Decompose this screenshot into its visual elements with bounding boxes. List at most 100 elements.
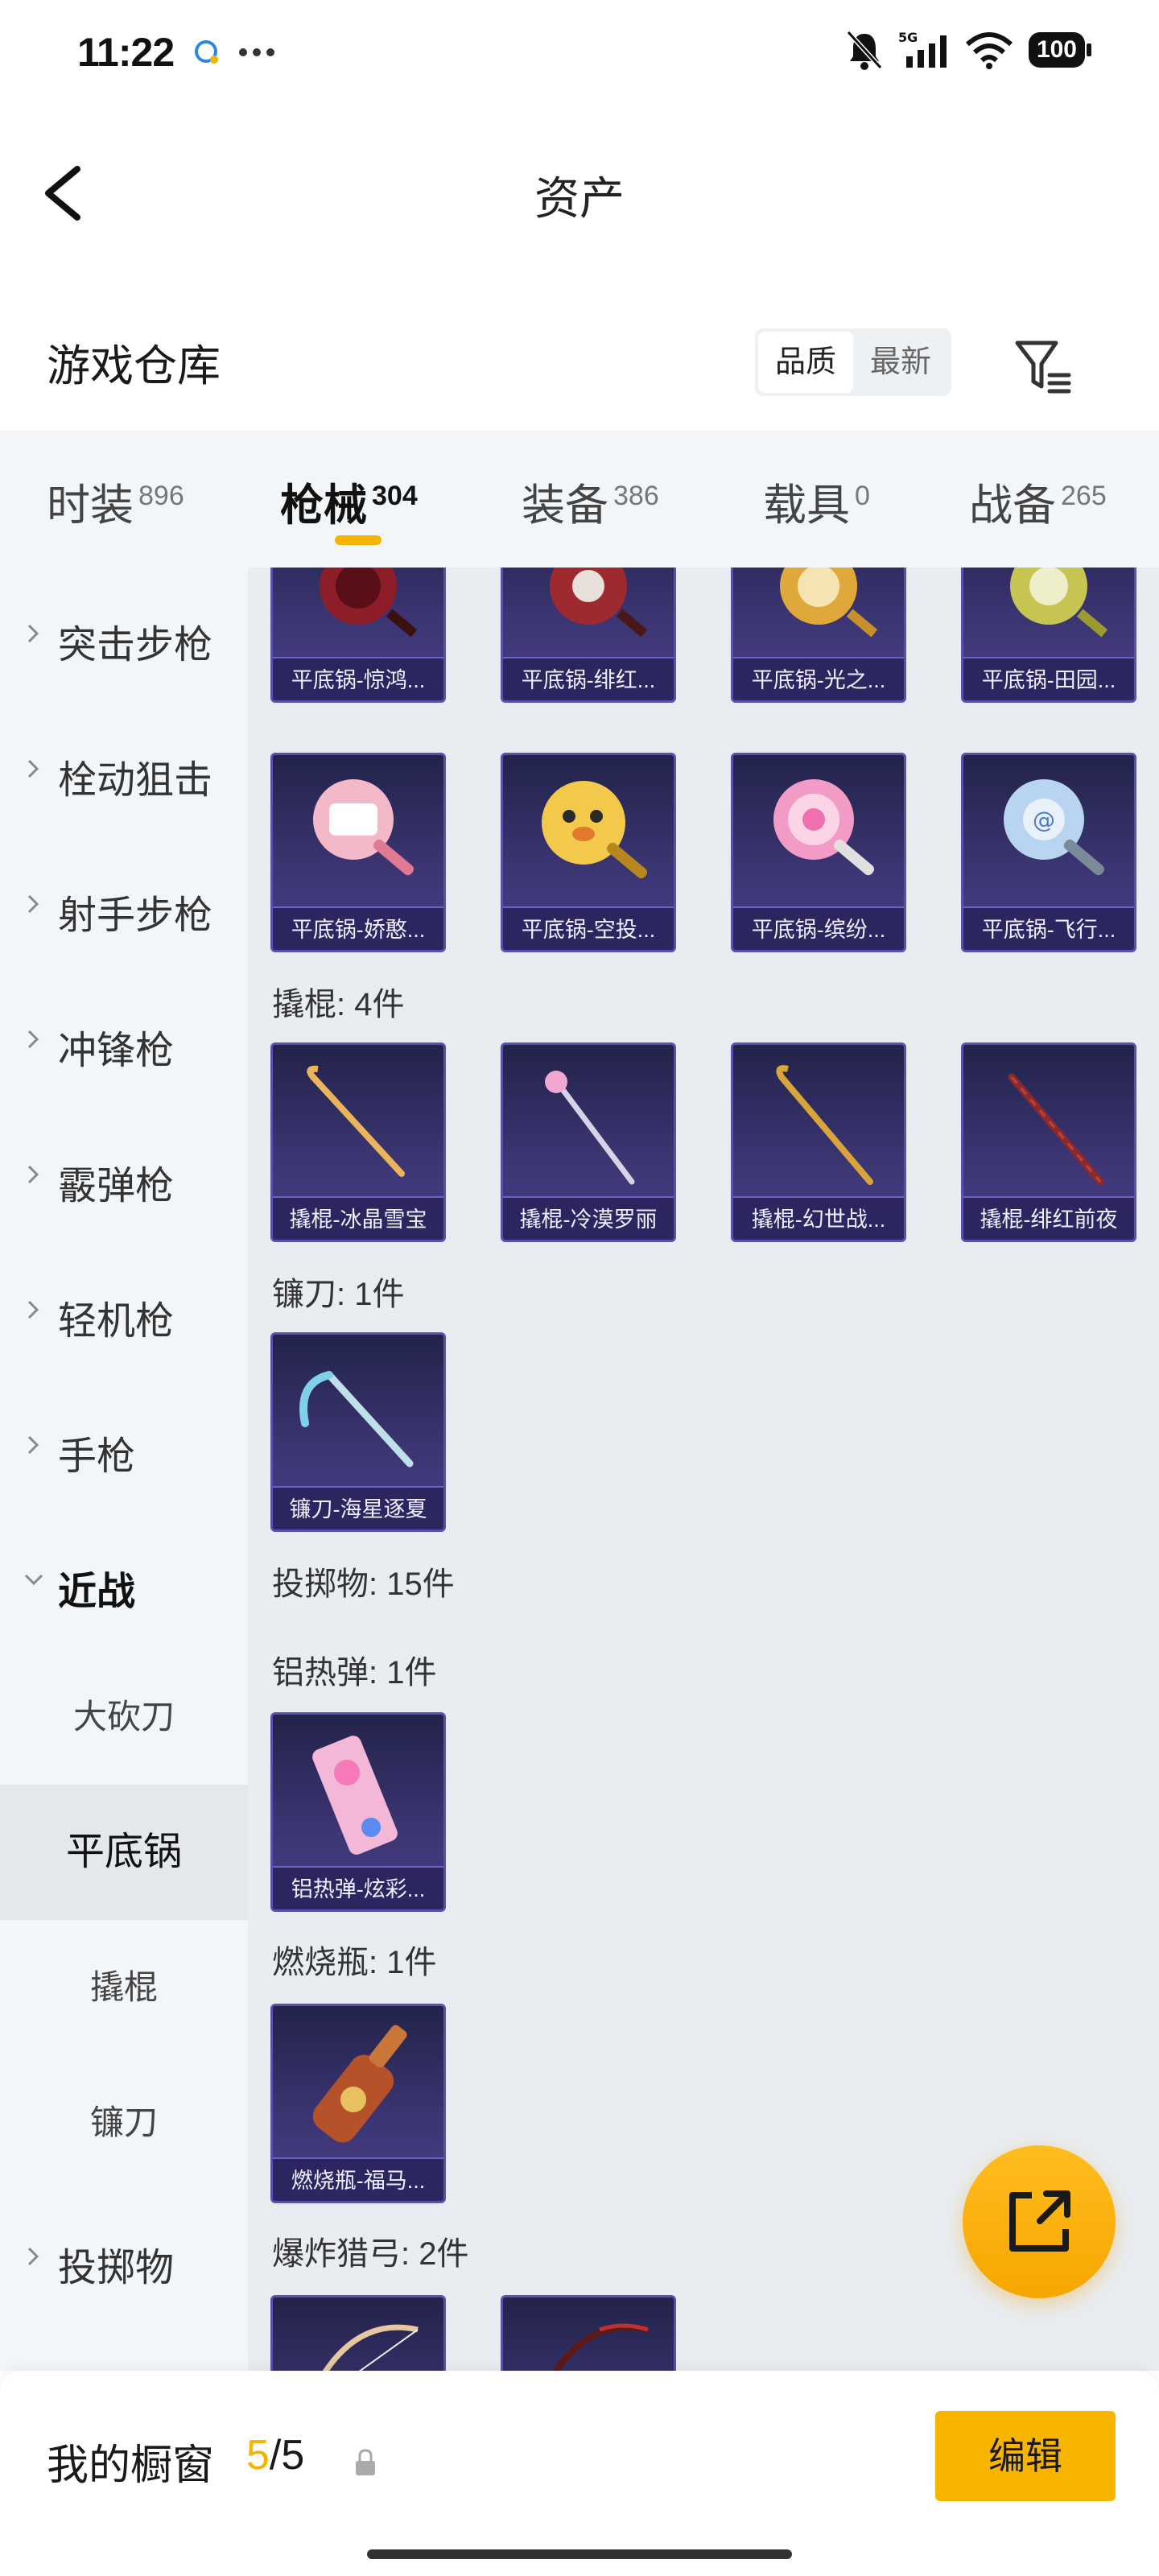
item-card[interactable]: 撬棍-幻世战... (731, 1042, 906, 1242)
pan-art (773, 779, 875, 876)
section-title-sickle: 镰刀: 1件 (272, 1277, 405, 1312)
sidebar-item-melee[interactable]: 近战 (0, 1514, 248, 1649)
more-dots-icon (239, 48, 274, 56)
item-grid: 平底锅-惊鸿... 平底锅-绯红... 平底锅-光之... 平底锅-田园... … (248, 568, 1159, 2371)
item-card[interactable]: 铝热弹-炫彩... (270, 1712, 446, 1912)
svg-text:@: @ (1033, 807, 1055, 833)
sidebar-item-label: 手枪 (58, 1435, 136, 1478)
tab-fashion[interactable]: 时装 896 (47, 431, 208, 568)
item-card-label: 平底锅-惊鸿... (273, 657, 443, 700)
tab-count: 896 (138, 481, 184, 511)
crowbar-art (776, 1065, 873, 1185)
item-card-label: 撬棍-冰晶雪宝 (273, 1196, 443, 1240)
status-left-icons (193, 39, 275, 66)
sidebar-subitem-pan[interactable]: 平底锅 (0, 1785, 248, 1920)
pan-art (1010, 568, 1108, 638)
showcase-bar: 我的橱窗 5/5 编辑 (0, 2371, 1159, 2576)
section-title-bow: 爆炸猎弓: 2件 (272, 2236, 469, 2272)
item-card[interactable]: 平底锅-光之... (731, 568, 906, 703)
status-time: 11:22 (77, 30, 175, 75)
item-card[interactable]: 平底锅-田园... (961, 568, 1136, 703)
home-indicator[interactable] (367, 2549, 792, 2559)
sidebar-item-smg[interactable]: 冲锋枪 (0, 973, 248, 1108)
item-card-label: 平底锅-绯红... (503, 657, 674, 700)
sidebar: 突击步枪 栓动狙击 射手步枪 冲锋枪 霰弹枪 轻机枪 手枪 近战 大砍刀 平底锅… (0, 568, 248, 2371)
sidebar-item-label: 射手步枪 (58, 894, 213, 937)
section-title-throwables: 投掷物: 15件 (272, 1567, 455, 1602)
tab-count: 0 (855, 481, 870, 511)
crowbar-art (307, 1065, 405, 1177)
sidebar-item-throwables[interactable]: 投掷物 (0, 2190, 248, 2326)
chevron-right-icon (27, 1030, 39, 1049)
crowbar-art (1008, 1073, 1104, 1186)
sidebar-subitem-crowbar[interactable]: 撬棍 (0, 1920, 248, 2055)
item-card[interactable]: @ 平底锅-飞行... (961, 753, 1136, 952)
item-card-label: 平底锅-田园... (963, 657, 1134, 700)
sidebar-item-bolt-sniper[interactable]: 栓动狙击 (0, 703, 248, 838)
item-card-label: 撬棍-幻世战... (733, 1196, 904, 1240)
tab-equipment[interactable]: 装备 386 (522, 431, 683, 568)
item-card[interactable]: 平底锅-惊鸿... (270, 568, 446, 703)
status-right-icons: 5G 100 (845, 29, 1092, 71)
tab-battle-gear[interactable]: 战备 265 (969, 431, 1146, 568)
chevron-down-icon (24, 1574, 43, 1586)
sidebar-item-lmg[interactable]: 轻机枪 (0, 1244, 248, 1379)
category-tabs: 时装 896 枪械 304 装备 386 载具 0 战备 265 (0, 431, 1159, 568)
sidebar-subitem-sickle[interactable]: 镰刀 (0, 2055, 248, 2190)
active-tab-indicator (335, 535, 382, 545)
chevron-right-icon (27, 624, 39, 643)
item-card[interactable]: 平底锅-绯红... (501, 568, 676, 703)
tab-count: 304 (372, 481, 418, 511)
item-card-label: 燃烧瓶-福马... (273, 2157, 443, 2201)
sidebar-subitem-machete[interactable]: 大砍刀 (0, 1649, 248, 1785)
section-title-crowbar: 撬棍: 4件 (272, 987, 405, 1022)
item-card[interactable]: 撬棍-冰晶雪宝 (270, 1042, 446, 1242)
tab-vehicles[interactable]: 载具 0 (763, 431, 908, 568)
share-button[interactable] (963, 2145, 1116, 2298)
tab-label: 载具 (763, 481, 850, 530)
edit-button[interactable]: 编辑 (935, 2411, 1116, 2501)
pan-art (542, 781, 648, 879)
item-card[interactable]: 平底锅-空投... (501, 753, 676, 952)
mute-bell-icon (846, 30, 883, 70)
pan-art (550, 568, 648, 638)
sidebar-item-assault-rifle[interactable]: 突击步枪 (0, 568, 248, 703)
item-card[interactable]: 平底锅-娇憨... (270, 753, 446, 952)
sidebar-item-label: 轻机枪 (58, 1300, 175, 1343)
wifi-icon (965, 32, 1013, 69)
sort-newest-button[interactable]: 最新 (853, 332, 948, 393)
section-title-molotov: 燃烧瓶: 1件 (272, 1945, 437, 1980)
sidebar-item-label: 栓动狙击 (58, 759, 213, 802)
filter-icon[interactable] (1011, 333, 1075, 398)
tab-guns[interactable]: 枪械 304 (280, 431, 441, 568)
share-icon (1009, 2190, 1070, 2252)
warehouse-title: 游戏仓库 (47, 342, 221, 390)
item-card[interactable] (501, 2295, 676, 2371)
sidebar-item-label: 霰弹枪 (58, 1165, 175, 1208)
battery-indicator: 100 (1028, 32, 1092, 68)
item-card[interactable]: 镰刀-海星逐夏 (270, 1332, 446, 1532)
sidebar-item-label: 突击步枪 (58, 624, 213, 667)
sidebar-item-shotgun[interactable]: 霰弹枪 (0, 1108, 248, 1244)
chevron-right-icon (27, 1300, 39, 1319)
chevron-right-icon (27, 894, 39, 914)
item-card[interactable]: 平底锅-缤纷... (731, 753, 906, 952)
lock-icon (356, 2449, 375, 2475)
tab-label: 时装 (47, 481, 134, 530)
item-card-label: 平底锅-光之... (733, 657, 904, 700)
tab-count: 265 (1061, 481, 1107, 511)
sidebar-item-dmr[interactable]: 射手步枪 (0, 838, 248, 973)
sidebar-item-label: 投掷物 (58, 2247, 175, 2289)
section-title-thermite: 铝热弹: 1件 (272, 1655, 437, 1690)
tab-label: 装备 (522, 481, 608, 530)
item-card[interactable] (270, 2295, 446, 2371)
page-header: 资产 (0, 105, 1159, 274)
sort-quality-button[interactable]: 品质 (758, 332, 853, 393)
sidebar-item-pistol[interactable]: 手枪 (0, 1379, 248, 1514)
pan-art (313, 779, 415, 876)
warehouse-row: 游戏仓库 品质 最新 (0, 274, 1159, 431)
item-card[interactable]: 撬棍-冷漠罗丽 (501, 1042, 676, 1242)
item-card[interactable]: 撬棍-绯红前夜 (961, 1042, 1136, 1242)
chevron-right-icon (27, 759, 39, 778)
item-card[interactable]: 燃烧瓶-福马... (270, 2004, 446, 2203)
